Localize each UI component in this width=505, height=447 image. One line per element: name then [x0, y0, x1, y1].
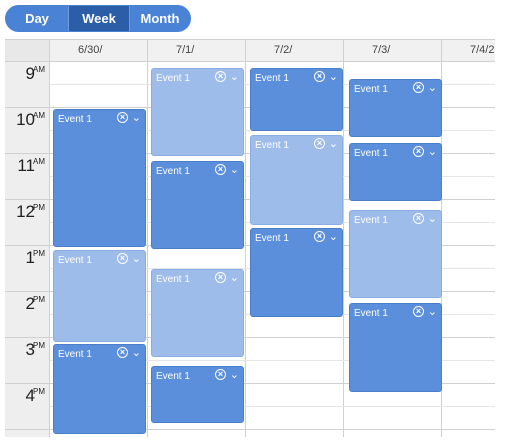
- hour-label: 1 PM: [5, 246, 50, 292]
- event-title: Event 1: [354, 215, 388, 226]
- event-title: Event 1: [354, 84, 388, 95]
- hour-label: 4 PM: [5, 384, 50, 430]
- event-title: Event 1: [255, 73, 289, 84]
- week-view-button[interactable]: Week: [69, 6, 130, 31]
- calendar-event[interactable]: Event 1 × ⌄: [349, 210, 442, 298]
- month-view-button[interactable]: Month: [130, 6, 190, 31]
- hour-label: 11 AM: [5, 154, 50, 200]
- event-title: Event 1: [255, 140, 289, 151]
- chevron-down-icon[interactable]: ⌄: [230, 271, 239, 284]
- column-header-7-1[interactable]: 7/1/: [148, 40, 246, 61]
- close-circle-icon[interactable]: ×: [413, 82, 424, 93]
- calendar-event[interactable]: Event 1 × ⌄: [250, 135, 343, 225]
- chevron-down-icon[interactable]: ⌄: [230, 163, 239, 176]
- hour-label: 12 PM: [5, 200, 50, 246]
- day-view-button[interactable]: Day: [6, 6, 69, 31]
- close-circle-icon[interactable]: ×: [413, 306, 424, 317]
- chevron-down-icon[interactable]: ⌄: [132, 252, 141, 265]
- close-circle-icon[interactable]: ×: [314, 138, 325, 149]
- hour-label: 10 AM: [5, 108, 50, 154]
- time-grid[interactable]: Event 1 × ⌄ Event 1 × ⌄ Event 1 × ⌄ Even…: [50, 62, 495, 437]
- event-title: Event 1: [255, 233, 289, 244]
- chevron-down-icon[interactable]: ⌄: [230, 368, 239, 381]
- event-title: Event 1: [156, 274, 190, 285]
- header-corner: [5, 40, 50, 61]
- close-circle-icon[interactable]: ×: [117, 112, 128, 123]
- calendar-event[interactable]: Event 1 × ⌄: [349, 303, 442, 392]
- event-title: Event 1: [156, 371, 190, 382]
- hour-label: 2 PM: [5, 292, 50, 338]
- close-circle-icon[interactable]: ×: [314, 231, 325, 242]
- calendar-event[interactable]: Event 1 × ⌄: [250, 228, 343, 317]
- calendar-event[interactable]: Event 1 × ⌄: [349, 79, 442, 137]
- calendar-event[interactable]: Event 1 × ⌄: [53, 344, 146, 434]
- view-switcher: Day Week Month: [5, 5, 191, 32]
- chevron-down-icon[interactable]: ⌄: [428, 81, 437, 94]
- hour-label: 3 PM: [5, 338, 50, 384]
- hour-label: 9 AM: [5, 62, 50, 108]
- calendar-event[interactable]: Event 1 × ⌄: [53, 250, 146, 342]
- calendar-event[interactable]: Event 1 × ⌄: [151, 366, 244, 423]
- event-title: Event 1: [58, 114, 92, 125]
- column-header-7-4[interactable]: 7/4/2: [442, 40, 495, 61]
- calendar-event[interactable]: Event 1 × ⌄: [349, 143, 442, 201]
- chevron-down-icon[interactable]: ⌄: [132, 111, 141, 124]
- close-circle-icon[interactable]: ×: [215, 71, 226, 82]
- event-title: Event 1: [156, 73, 190, 84]
- calendar-event[interactable]: Event 1 × ⌄: [250, 68, 343, 131]
- event-title: Event 1: [354, 148, 388, 159]
- calendar-event[interactable]: Event 1 × ⌄: [53, 109, 146, 247]
- event-title: Event 1: [58, 349, 92, 360]
- calendar-event[interactable]: Event 1 × ⌄: [151, 269, 244, 357]
- close-circle-icon[interactable]: ×: [215, 164, 226, 175]
- column-header-7-2[interactable]: 7/2/: [246, 40, 344, 61]
- column-header-7-3[interactable]: 7/3/: [344, 40, 442, 61]
- close-circle-icon[interactable]: ×: [117, 347, 128, 358]
- calendar-event[interactable]: Event 1 × ⌄: [151, 68, 244, 156]
- calendar: 6/30/ 7/1/ 7/2/ 7/3/ 7/4/2 9 AM 10 AM 11 AM…: [5, 39, 495, 437]
- chevron-down-icon[interactable]: ⌄: [428, 305, 437, 318]
- date-header-row: 6/30/ 7/1/ 7/2/ 7/3/ 7/4/2: [5, 39, 495, 62]
- close-circle-icon[interactable]: ×: [413, 146, 424, 157]
- chevron-down-icon[interactable]: ⌄: [428, 212, 437, 225]
- chevron-down-icon[interactable]: ⌄: [132, 346, 141, 359]
- close-circle-icon[interactable]: ×: [413, 213, 424, 224]
- event-title: Event 1: [58, 255, 92, 266]
- column-divider: [147, 62, 148, 437]
- event-title: Event 1: [156, 166, 190, 177]
- chevron-down-icon[interactable]: ⌄: [329, 137, 338, 150]
- close-circle-icon[interactable]: ×: [117, 253, 128, 264]
- chevron-down-icon[interactable]: ⌄: [329, 70, 338, 83]
- close-circle-icon[interactable]: ×: [215, 369, 226, 380]
- chevron-down-icon[interactable]: ⌄: [230, 70, 239, 83]
- calendar-event[interactable]: Event 1 × ⌄: [151, 161, 244, 249]
- close-circle-icon[interactable]: ×: [314, 71, 325, 82]
- close-circle-icon[interactable]: ×: [215, 272, 226, 283]
- chevron-down-icon[interactable]: ⌄: [428, 145, 437, 158]
- time-gutter: 9 AM 10 AM 11 AM 12 PM 1 PM 2 PM 3 PM 4 PM: [5, 62, 50, 437]
- chevron-down-icon[interactable]: ⌄: [329, 230, 338, 243]
- event-title: Event 1: [354, 308, 388, 319]
- column-header-6-30[interactable]: 6/30/: [50, 40, 148, 61]
- column-divider: [343, 62, 344, 437]
- column-divider: [245, 62, 246, 437]
